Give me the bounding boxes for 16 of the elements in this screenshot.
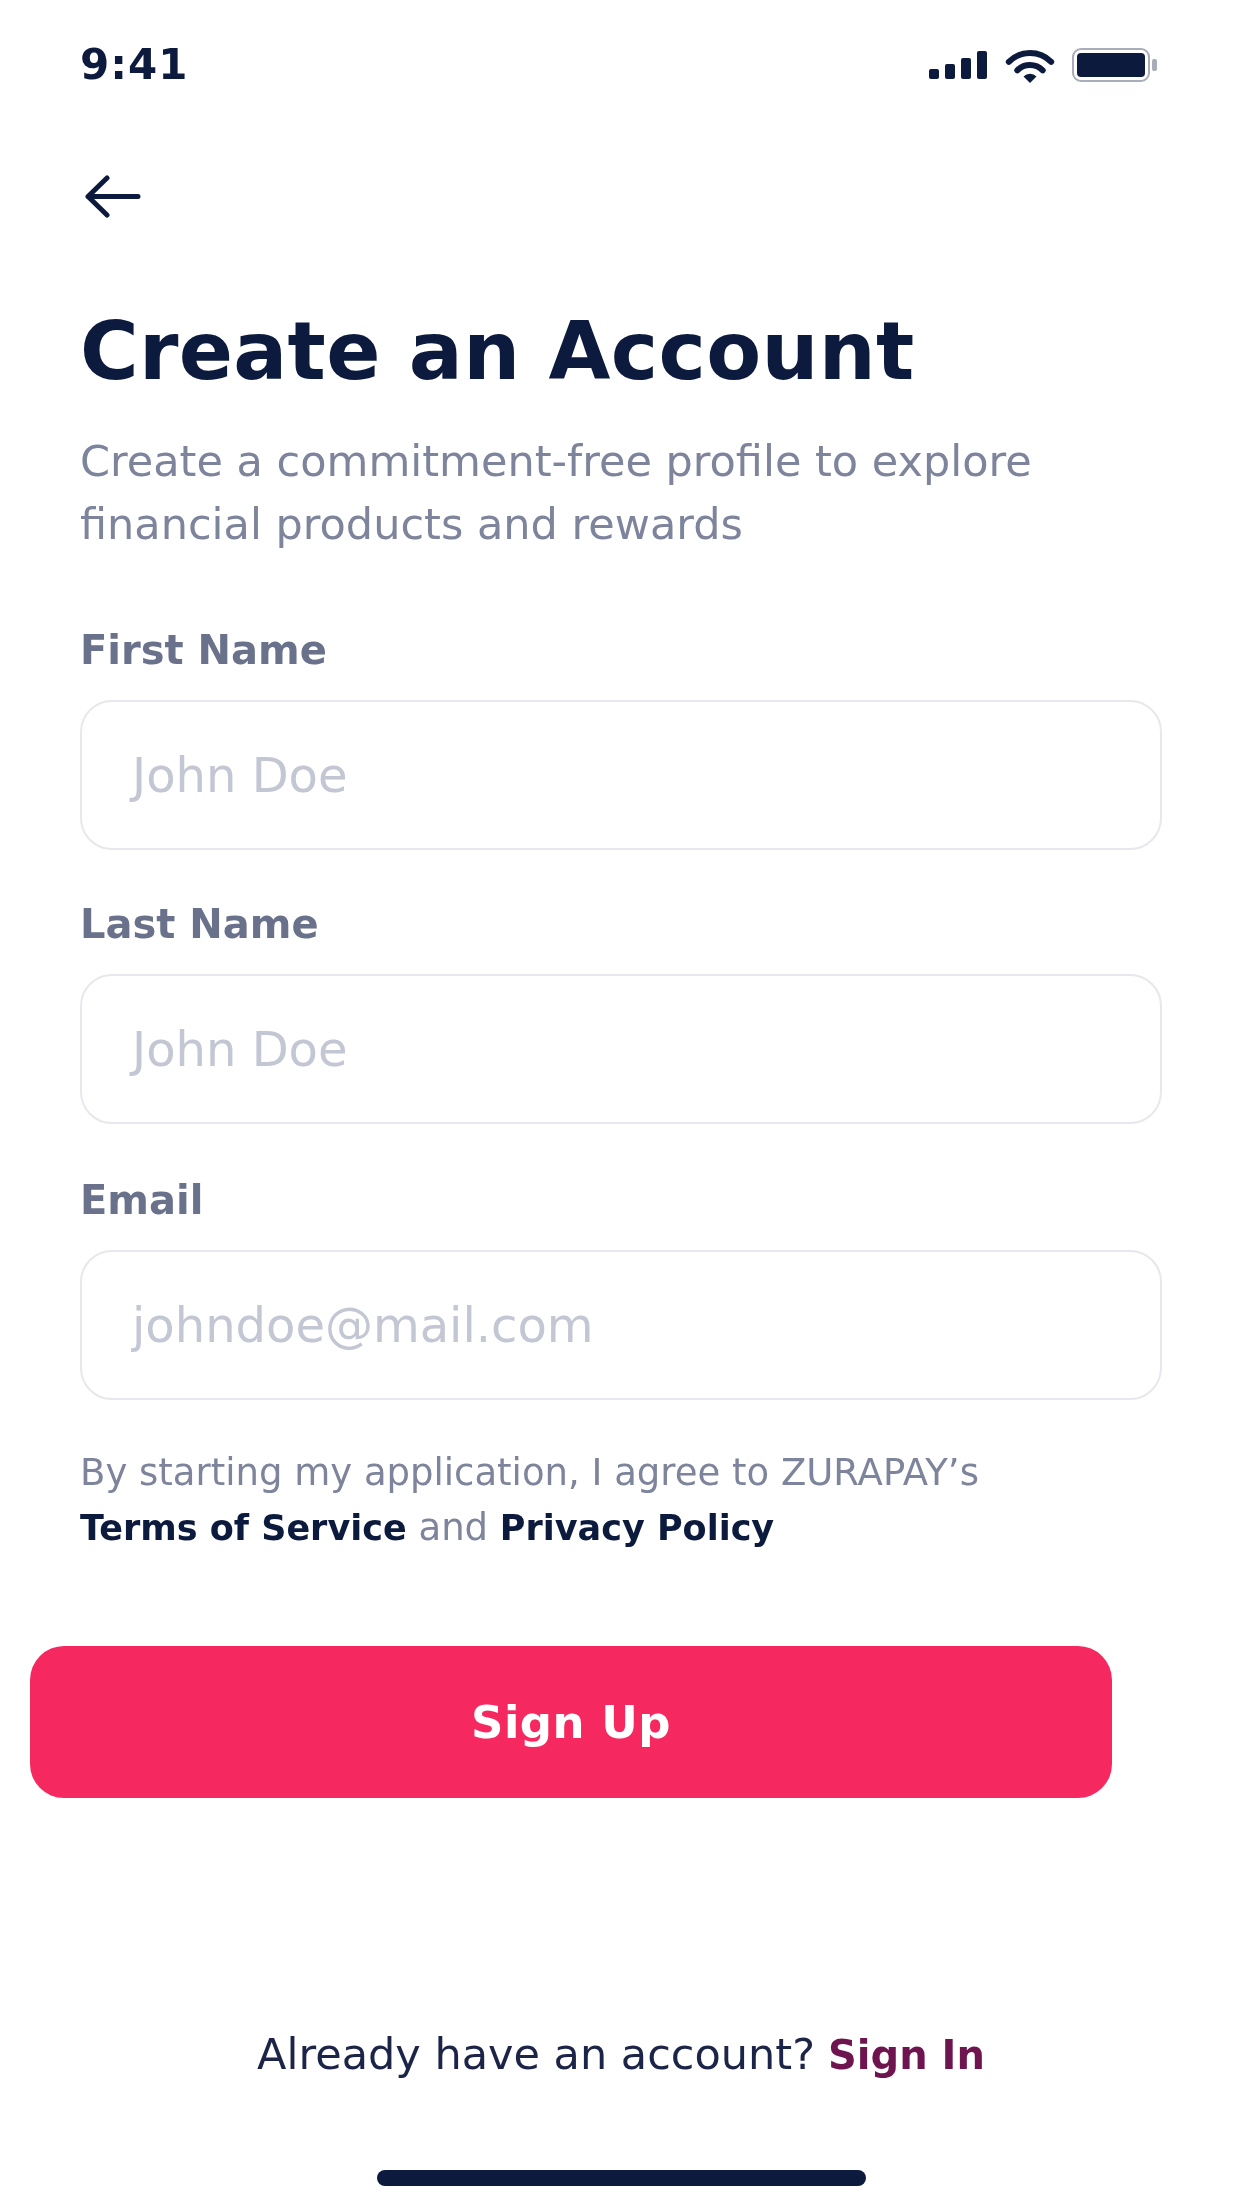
- page-title: Create an Account: [80, 307, 916, 397]
- field-label: Last Name: [80, 902, 320, 946]
- legal-link[interactable]: Terms of Service: [80, 1508, 407, 1548]
- terms-notice: By starting my application, I agree to ZURAPAY’s Terms of Service and Privacy Policy: [80, 1450, 980, 1551]
- legal-link[interactable]: Privacy Policy: [499, 1508, 775, 1548]
- signal-icon: [929, 51, 988, 79]
- page-subtitle: Create a commitment-free profile to explore financial products and rewards: [80, 435, 1033, 551]
- status-time: 9:41: [80, 40, 189, 90]
- battery-icon: [1072, 48, 1158, 82]
- field-label: First Name: [80, 628, 328, 672]
- sign-in-link[interactable]: Sign In: [828, 2030, 985, 2080]
- back-arrow-icon[interactable]: [85, 175, 141, 218]
- wifi-icon: [1005, 47, 1055, 83]
- sign-up-button[interactable]: Sign Up: [30, 1646, 1112, 1798]
- account-prompt: Already have an account?: [257, 2029, 815, 2079]
- field-label: Email: [80, 1178, 205, 1222]
